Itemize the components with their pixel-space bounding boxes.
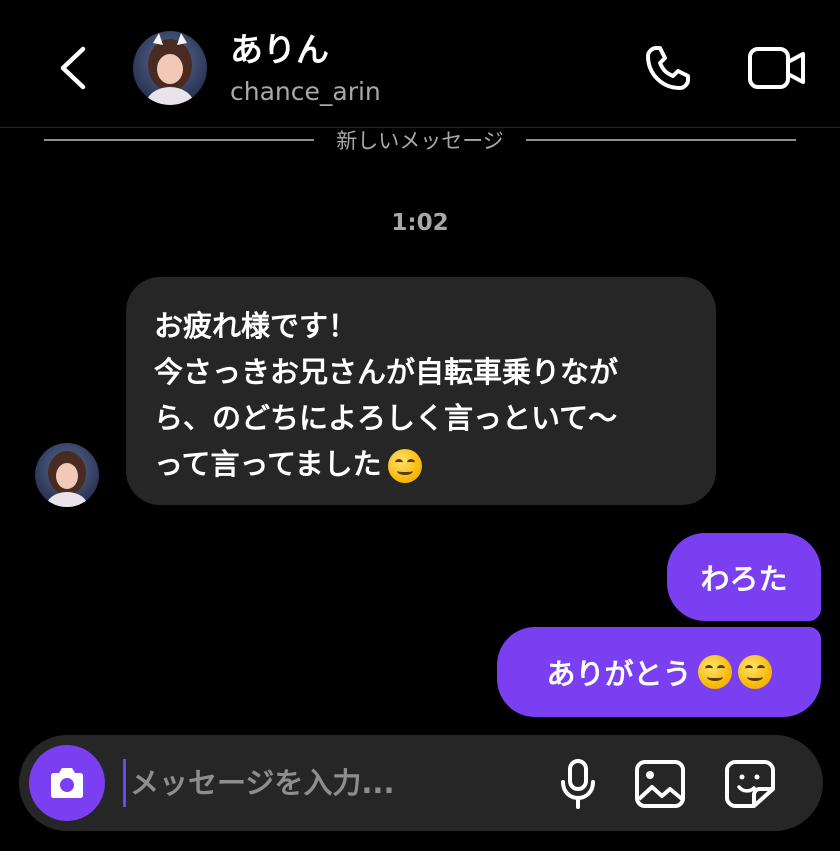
phone-icon (646, 46, 690, 90)
new-messages-label: 新しいメッセージ (336, 129, 504, 153)
microphone-icon (561, 759, 595, 809)
divider-line-left (44, 139, 315, 141)
outgoing-message-bubble[interactable]: わろた (667, 533, 821, 621)
smiling-face-emoji-icon (387, 449, 422, 483)
contact-name[interactable]: ありん (230, 30, 329, 70)
camera-icon (51, 768, 83, 798)
message-composer: メッセージを入力... (19, 735, 823, 831)
gallery-icon (635, 760, 685, 808)
sticker-icon (725, 760, 775, 808)
back-button[interactable] (48, 38, 96, 98)
outgoing-message-text: ありがとう (546, 657, 692, 691)
contact-username[interactable]: chance_arin (230, 76, 381, 108)
incoming-message-text: お疲れ様です！ 今さっきお兄さんが自転車乗りなが ら、のどちによろしく言っといて… (154, 309, 619, 481)
outgoing-message-text: わろた (700, 562, 788, 596)
sender-avatar[interactable] (35, 443, 99, 507)
chevron-left-icon (60, 46, 86, 90)
sticker-button[interactable] (722, 757, 778, 811)
video-camera-icon (748, 47, 805, 89)
avatar[interactable] (133, 31, 207, 105)
message-timestamp: 1:02 (391, 210, 449, 236)
message-input[interactable]: メッセージを入力... (123, 759, 523, 807)
rolling-laughing-emoji-icon (737, 655, 772, 689)
outgoing-message-bubble[interactable]: ありがとう (497, 627, 821, 717)
incoming-message-bubble[interactable]: お疲れ様です！ 今さっきお兄さんが自転車乗りなが ら、のどちによろしく言っといて… (126, 277, 716, 505)
new-messages-divider: 新しいメッセージ (44, 126, 796, 154)
video-call-button[interactable] (744, 38, 810, 98)
voice-message-button[interactable] (554, 757, 602, 811)
camera-button[interactable] (29, 745, 105, 821)
gallery-button[interactable] (632, 757, 688, 811)
divider-line-right (525, 139, 796, 141)
rolling-laughing-emoji-icon (697, 655, 732, 689)
chat-header: ありん chance_arin (0, 0, 840, 128)
voice-call-button[interactable] (638, 38, 698, 98)
